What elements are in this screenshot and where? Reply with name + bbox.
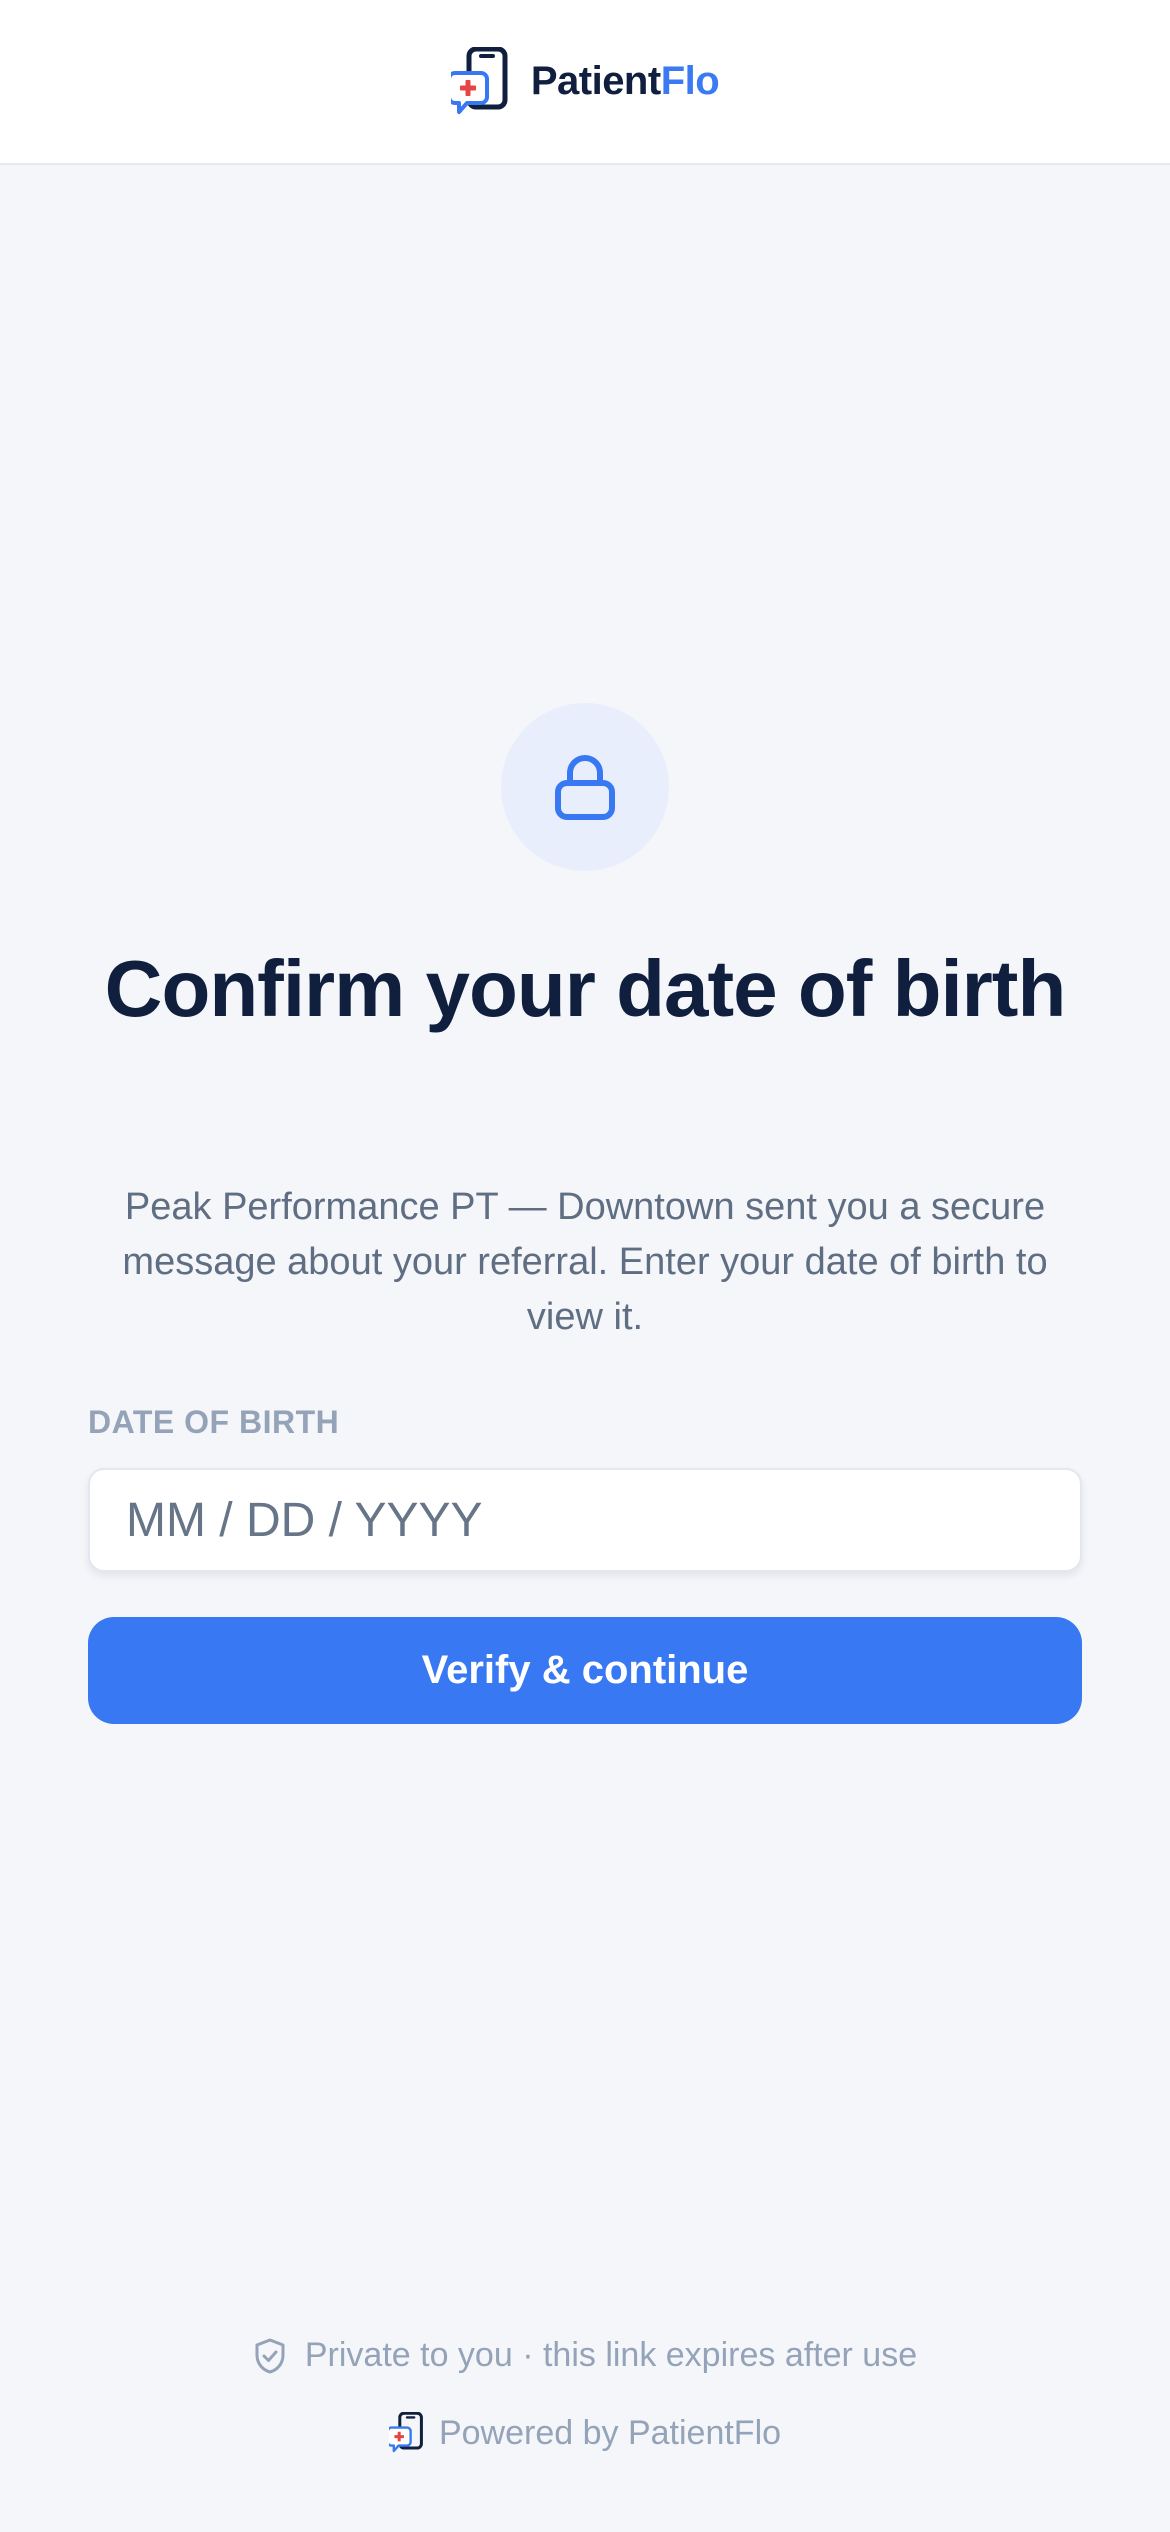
privacy-note: Private to you · this link expires after…: [0, 2336, 1170, 2375]
dob-input[interactable]: [88, 1468, 1082, 1572]
brand-name-primary: Patient: [530, 59, 661, 103]
dob-label: DATE OF BIRTH: [88, 1404, 340, 1440]
powered-by: Powered by PatientFlo: [0, 2412, 1170, 2454]
shield-check-icon: [255, 2338, 285, 2373]
privacy-text: Private to you · this link expires after…: [304, 2336, 918, 2374]
patientflo-logo-icon: [388, 2412, 423, 2453]
brand-name-accent: Flo: [660, 59, 720, 103]
page-subtitle: Peak Performance PT — Downtown sent you …: [122, 1186, 1048, 1338]
lock-icon: [555, 755, 615, 820]
brand[interactable]: PatientFlo: [450, 46, 720, 117]
lock-badge: [501, 703, 669, 871]
verify-continue-button[interactable]: Verify & continue: [88, 1617, 1082, 1724]
app-header: PatientFlo: [0, 0, 1170, 165]
page-title: Confirm your date of birth: [104, 944, 1067, 1033]
brand-name: PatientFlo: [530, 59, 720, 104]
patientflo-logo-icon: [450, 46, 508, 114]
powered-by-text: Powered by PatientFlo: [438, 2413, 782, 2452]
